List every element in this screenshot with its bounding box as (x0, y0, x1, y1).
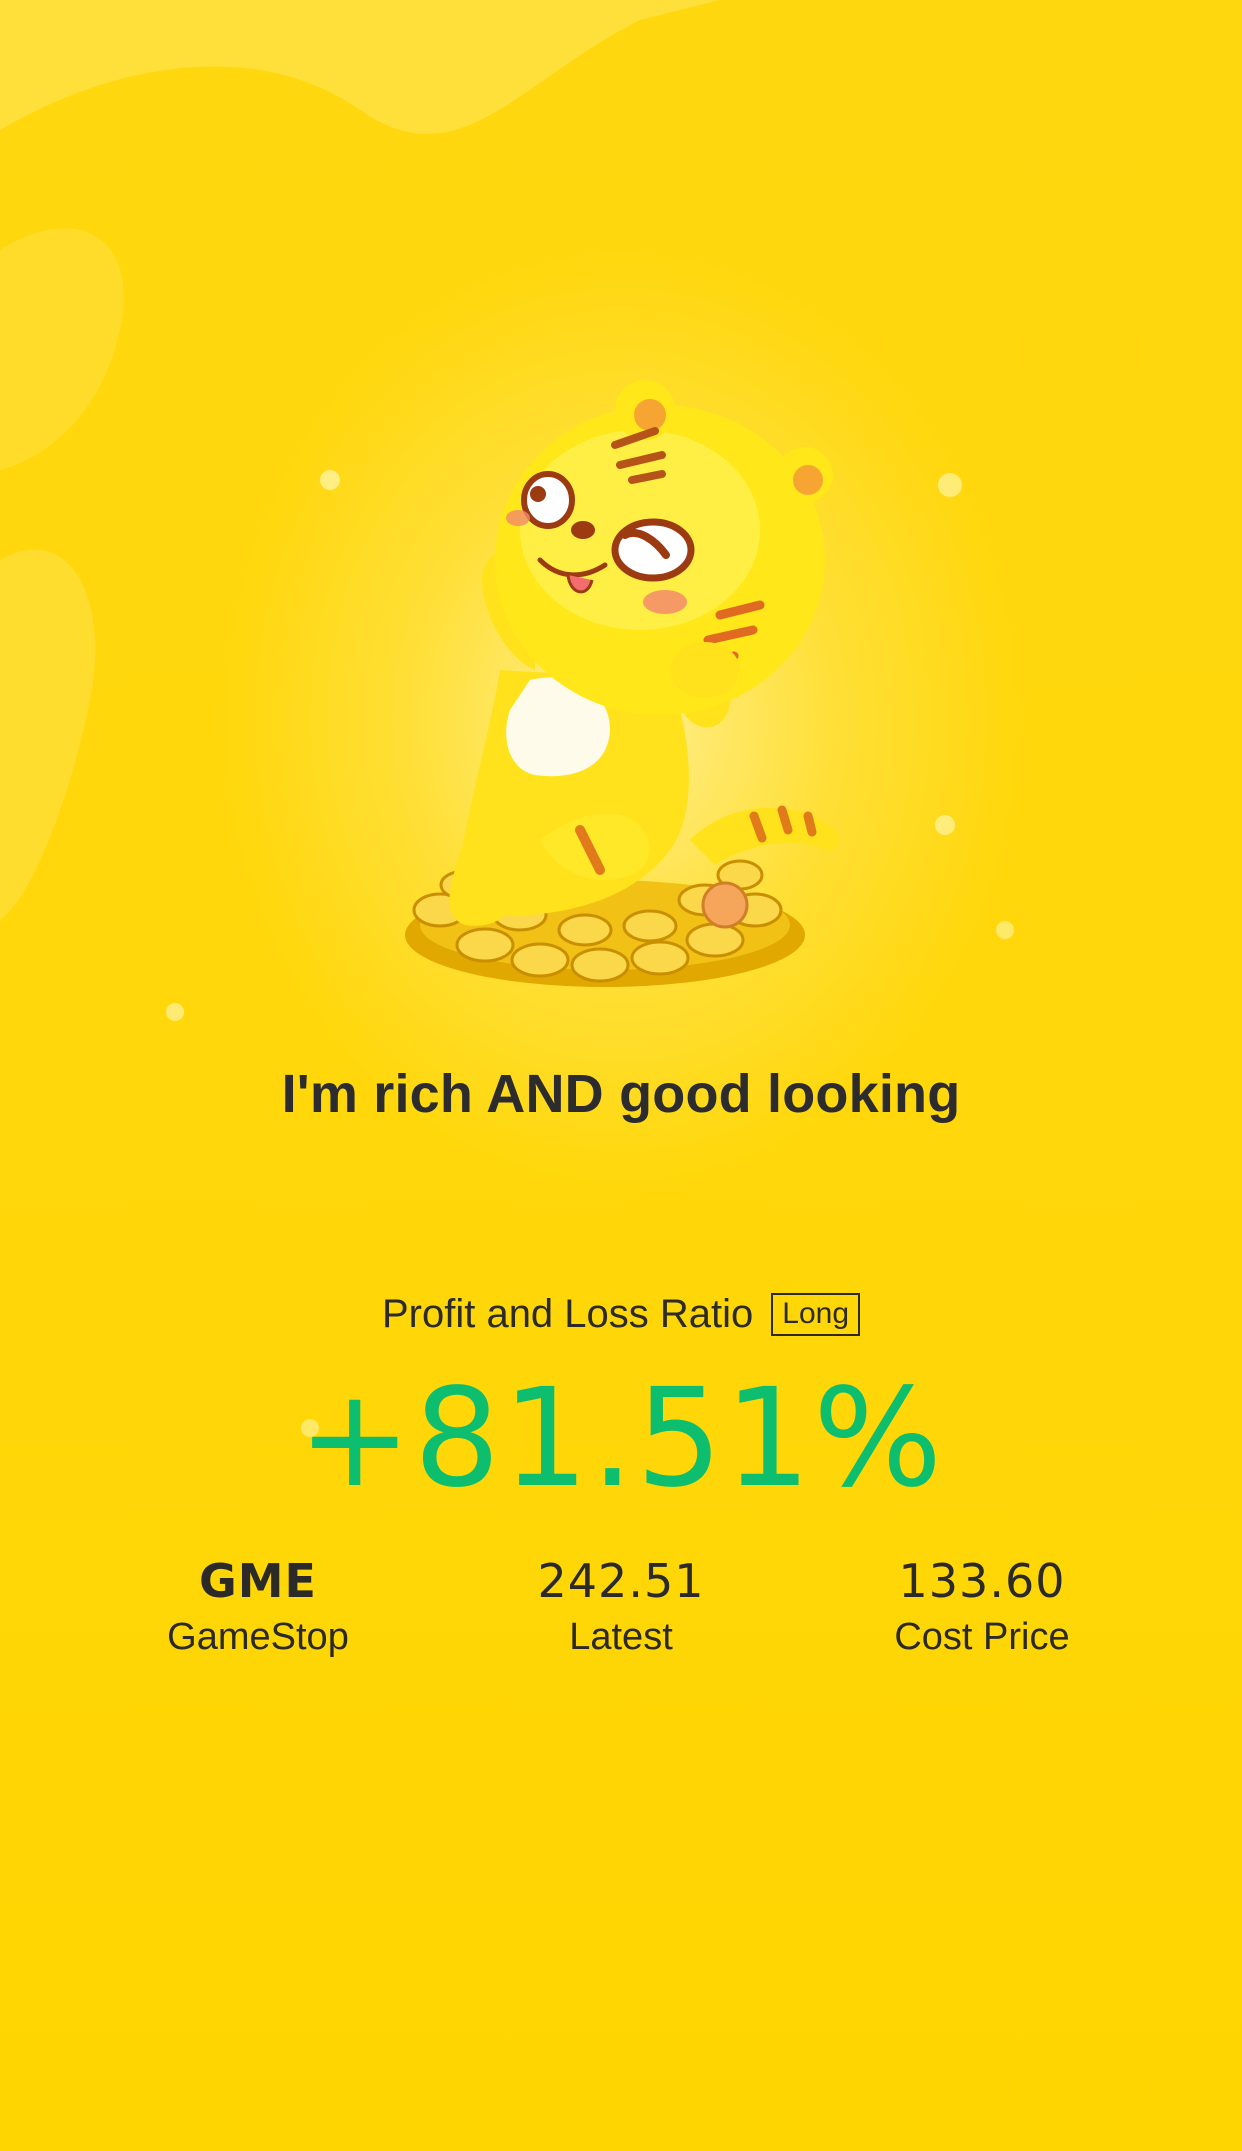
latest-price-stat: 242.51 Latest (441, 1554, 801, 1659)
latest-price-value: 242.51 (537, 1554, 705, 1608)
cost-price-label: Cost Price (894, 1616, 1070, 1658)
cost-price-stat: 133.60 Cost Price (802, 1554, 1162, 1659)
position-type-badge: Long (771, 1293, 861, 1336)
cost-price-value: 133.60 (898, 1554, 1066, 1608)
stock-stats: GME GameStop 242.51 Latest 133.60 Cost P… (0, 1554, 1242, 1674)
stock-symbol: GME (199, 1554, 317, 1608)
profit-loss-header: Profit and Loss Ratio Long (0, 1292, 1242, 1337)
headline-text: I'm rich AND good looking (281, 1064, 961, 1124)
profit-loss-ratio-value: +81.51% (297, 1360, 945, 1518)
profit-loss-label: Profit and Loss Ratio (381, 1292, 754, 1336)
stock-symbol-stat: GME GameStop (78, 1554, 438, 1659)
stock-name: GameStop (167, 1616, 349, 1658)
latest-price-label: Latest (569, 1616, 673, 1658)
tiger-mascot-illustration (405, 380, 840, 987)
